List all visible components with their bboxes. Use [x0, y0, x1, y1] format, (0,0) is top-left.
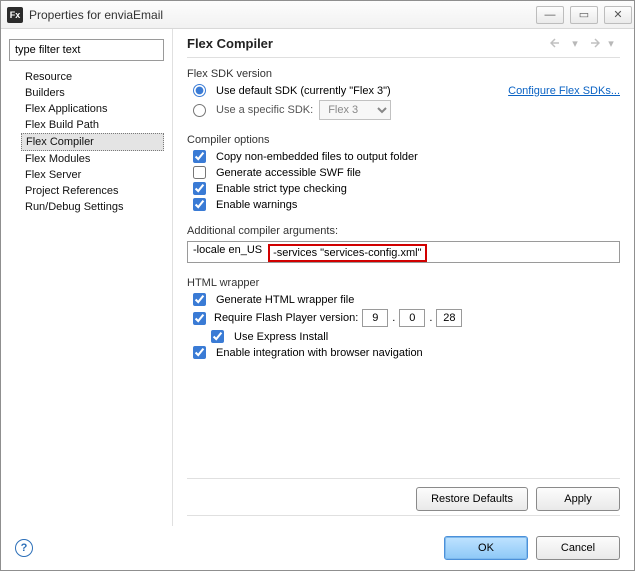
compiler-options-title: Compiler options	[187, 134, 620, 146]
sidebar-item-run-debug-settings[interactable]: Run/Debug Settings	[21, 199, 164, 215]
window-controls: — ▭ ✕	[536, 6, 632, 24]
accessible-swf-label: Generate accessible SWF file	[216, 167, 361, 179]
arguments-label: Additional compiler arguments:	[187, 225, 620, 237]
filter-input[interactable]	[9, 39, 164, 61]
sidebar-item-resource[interactable]: Resource	[21, 69, 164, 85]
version-major-input[interactable]	[362, 309, 388, 327]
nav-dropdown-icon[interactable]: ▾	[566, 35, 584, 51]
page-button-bar: Restore Defaults Apply	[187, 478, 620, 516]
browser-nav-label: Enable integration with browser navigati…	[216, 347, 423, 359]
window-title: Properties for enviaEmail	[29, 8, 536, 22]
page-title: Flex Compiler	[187, 36, 548, 51]
sidebar-item-flex-modules[interactable]: Flex Modules	[21, 151, 164, 167]
sidebar-item-flex-server[interactable]: Flex Server	[21, 167, 164, 183]
sidebar-item-flex-applications[interactable]: Flex Applications	[21, 101, 164, 117]
configure-sdks-link[interactable]: Configure Flex SDKs...	[508, 85, 620, 97]
sdk-default-radio[interactable]	[193, 84, 206, 97]
sdk-specific-radio[interactable]	[193, 104, 206, 117]
nav-forward-button[interactable]	[584, 35, 602, 51]
require-version-label: Require Flash Player version:	[214, 312, 358, 324]
version-rev-input[interactable]	[436, 309, 462, 327]
sdk-group-title: Flex SDK version	[187, 68, 620, 80]
category-tree: ResourceBuildersFlex ApplicationsFlex Bu…	[9, 69, 164, 215]
cancel-button[interactable]: Cancel	[536, 536, 620, 560]
warnings-label: Enable warnings	[216, 199, 297, 211]
generate-wrapper-label: Generate HTML wrapper file	[216, 294, 354, 306]
arguments-input[interactable]	[187, 241, 620, 263]
sidebar-item-flex-build-path[interactable]: Flex Build Path	[21, 117, 164, 133]
browser-nav-checkbox[interactable]	[193, 346, 206, 359]
sdk-group: Flex SDK version Use default SDK (curren…	[187, 68, 620, 120]
dot-label: .	[429, 312, 432, 324]
titlebar: Fx Properties for enviaEmail — ▭ ✕	[1, 1, 634, 29]
sdk-select[interactable]: Flex 3	[319, 100, 391, 120]
minimize-button[interactable]: —	[536, 6, 564, 24]
nav-dropdown-icon[interactable]: ▾	[602, 35, 620, 51]
accessible-swf-checkbox[interactable]	[193, 166, 206, 179]
properties-dialog: Fx Properties for enviaEmail — ▭ ✕ Resou…	[0, 0, 635, 571]
ok-button[interactable]: OK	[444, 536, 528, 560]
nav-back-button[interactable]	[548, 35, 566, 51]
sidebar: ResourceBuildersFlex ApplicationsFlex Bu…	[1, 29, 173, 526]
sdk-specific-label: Use a specific SDK:	[216, 104, 313, 116]
apply-button[interactable]: Apply	[536, 487, 620, 511]
strict-type-checkbox[interactable]	[193, 182, 206, 195]
close-button[interactable]: ✕	[604, 6, 632, 24]
restore-defaults-button[interactable]: Restore Defaults	[416, 487, 528, 511]
sidebar-item-builders[interactable]: Builders	[21, 85, 164, 101]
content-header: Flex Compiler ▾ ▾	[187, 35, 620, 58]
html-wrapper-group: HTML wrapper Generate HTML wrapper file …	[187, 277, 620, 359]
express-install-checkbox[interactable]	[211, 330, 224, 343]
sdk-default-label: Use default SDK (currently "Flex 3")	[216, 85, 391, 97]
content-pane: Flex Compiler ▾ ▾ Flex SDK version Use d…	[173, 29, 634, 526]
strict-type-label: Enable strict type checking	[216, 183, 347, 195]
express-install-label: Use Express Install	[234, 331, 328, 343]
generate-wrapper-checkbox[interactable]	[193, 293, 206, 306]
app-icon: Fx	[7, 7, 23, 23]
maximize-button[interactable]: ▭	[570, 6, 598, 24]
dialog-footer: ? OK Cancel	[1, 526, 634, 570]
dot-label: .	[392, 312, 395, 324]
warnings-checkbox[interactable]	[193, 198, 206, 211]
copy-files-checkbox[interactable]	[193, 150, 206, 163]
arguments-group: Additional compiler arguments: -locale e…	[187, 225, 620, 263]
help-icon[interactable]: ?	[15, 539, 33, 557]
version-minor-input[interactable]	[399, 309, 425, 327]
html-wrapper-title: HTML wrapper	[187, 277, 620, 289]
compiler-options-group: Compiler options Copy non-embedded files…	[187, 134, 620, 211]
sidebar-item-project-references[interactable]: Project References	[21, 183, 164, 199]
copy-files-label: Copy non-embedded files to output folder	[216, 151, 418, 163]
require-version-checkbox[interactable]	[193, 312, 206, 325]
sidebar-item-flex-compiler[interactable]: Flex Compiler	[21, 133, 164, 151]
